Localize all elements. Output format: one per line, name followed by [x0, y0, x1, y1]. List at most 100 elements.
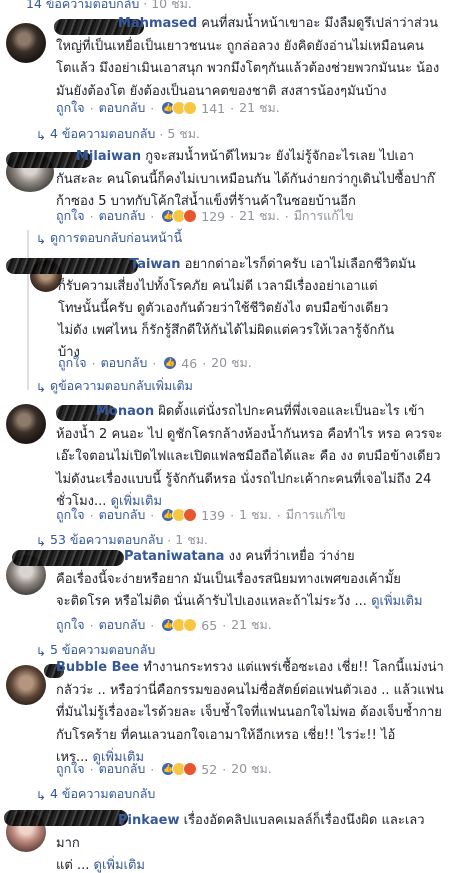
replies-link[interactable]: ↳ 4 ข้อความตอบกลับ · 5 ชม. [36, 124, 200, 144]
comment-line: อยากด่าอะไรก็ด่าครับ เอาไม่เลือกชีวิตมัน [184, 257, 416, 272]
reply-arrow-icon: ↳ [36, 233, 47, 247]
comment-text: Pinkaew เรื่องอัดคลิปแบลคเมลล์ก็เรื่องนึ… [56, 810, 454, 873]
reply-button[interactable]: ตอบกลับ [99, 98, 146, 118]
top-reply-row[interactable]: 14 ข้อความตอบกลับ · 10 ชม. [0, 0, 457, 12]
comment-line: มันยังต้องโต ยังต้องเป็นอนาคตของชาติ สงส… [56, 83, 387, 99]
reaction-count[interactable]: 52 [201, 762, 217, 777]
top-reply-label[interactable]: 14 ข้อความตอบกลับ [26, 0, 139, 11]
like-button[interactable]: ถูกใจ [56, 505, 85, 525]
comment-line: มาก [56, 835, 80, 851]
reply-arrow-icon: ↳ [36, 381, 47, 395]
reply-button[interactable]: ตอบกลับ [101, 353, 148, 373]
replies-link[interactable]: ↳ 4 ข้อความตอบกลับ [36, 784, 155, 804]
commenter-name[interactable]: Bubble Bee [56, 660, 139, 675]
replies-time: 5 ชม. [167, 126, 200, 141]
commenter-name[interactable]: Mahmased [118, 16, 197, 31]
reactions[interactable]: 👍 [161, 762, 198, 776]
edited-label[interactable]: มีการแก้ไข [286, 505, 346, 525]
comment-line: เรื่องอัดคลิปแบลคเมลล์ก็เรื่องนึงผิด และ… [183, 813, 425, 828]
sad-reaction-icon [183, 618, 198, 632]
comment-line: ห้องน้ำ 2 คนอะ ไป ดูชักโครกล้างห้องน้ำกั… [56, 426, 443, 442]
comment-line: งง คนที่ว่าเหยื่อ ว่าง่าย [228, 549, 355, 564]
comment-line: กับโรคร้าย ที่คนเลวนอกใจเอามาให้อีกเหรอ … [56, 727, 396, 743]
comment-line: ไม่ดังนะเรื่องแบบนี้ รู้จักกันดีหรอ นั่ง… [56, 471, 432, 487]
like-button[interactable]: ถูกใจ [56, 759, 85, 779]
reply-arrow-icon: ↳ [36, 129, 47, 143]
comment-line: เอ๊ะใจตอนไม่เปิดไฟและเปิดแฟลชมือถือได้แล… [56, 449, 441, 464]
comment-time[interactable]: 20 ชม. [211, 353, 252, 373]
comment-actions: ถูกใจ · ตอบกลับ · 👍 65 · 21 ชม. [56, 615, 272, 635]
comment-line: กลัวว่ะ .. หรือว่านี่คือกรรมของคนไม่ซื่อ… [56, 682, 444, 698]
comment-line: ไม่ดัง เพศไหน ก็รักรู้สึกดีให้กันได้ไม่ผ… [58, 323, 395, 338]
comment-time[interactable]: 21 ชม. [239, 206, 280, 226]
comment-line: กันสะละ คนโดนนี้ก็คงไม่เบาเหมือนกัน ได้ก… [56, 171, 435, 187]
commenter-name[interactable]: Monaon [96, 404, 154, 419]
see-more-link[interactable]: ดูเพิ่มเติม [94, 858, 145, 873]
comment-line: ก็รับความเสี่ยงไปทั้งโรคภัย คนไม่ดี เวลา… [58, 279, 378, 294]
reply-button[interactable]: ตอบกลับ [99, 206, 146, 226]
thread-line [27, 230, 29, 390]
commenter-name[interactable]: Taiwan [130, 257, 180, 272]
reactions[interactable]: 👍 [161, 508, 198, 522]
reactions[interactable]: 👍 [163, 356, 178, 370]
comment-time[interactable]: 20 ชม. [231, 759, 272, 779]
reply-button[interactable]: ตอบกลับ [99, 615, 146, 635]
avatar[interactable] [6, 23, 46, 63]
like-button[interactable]: ถูกใจ [56, 98, 85, 118]
comment-line: ใหญ่ที่เป็นเหยื่อเป็นเยาวชนนะ ถูกล่อลวง … [56, 38, 424, 54]
comment-line: ที่มันไม่รู้เรื่องอะไรด้วยละ เจ็บช้ำใจที… [56, 705, 442, 720]
replies-label[interactable]: 4 ข้อความตอบกลับ [50, 124, 155, 144]
like-reaction-icon: 👍 [163, 356, 178, 370]
commenter-name[interactable]: Pataniwatana [124, 549, 224, 564]
wow-reaction-icon [183, 101, 198, 115]
avatar[interactable] [6, 404, 46, 444]
angry-reaction-icon [183, 209, 198, 223]
comment-text: Monaon ผิดตั้งแต่นั่งรถไปกะคนที่พึ่งเจอแ… [56, 401, 454, 514]
top-reply-time: 10 ชม. [151, 0, 192, 11]
angry-reaction-icon [183, 762, 198, 776]
comment-line: กูจะสมน้ำหน้าดีไหมวะ ยังไม่รู้จักอะไรเลย… [145, 149, 415, 164]
comment-line: โตแล้ว มึงอย่าเมินเอาสนุก พวกมึงโตๆกันแล… [56, 61, 440, 76]
previous-replies-link[interactable]: ↳ ดูการตอบกลับก่อนหน้านี้ [36, 228, 182, 248]
reply-arrow-icon: ↳ [36, 789, 47, 803]
reaction-count[interactable]: 46 [181, 356, 197, 371]
commenter-name[interactable]: Milaiwan [76, 149, 141, 164]
angry-reaction-icon [183, 508, 198, 522]
comment-actions: ถูกใจ · ตอบกลับ · 👍 139 · 1 ชม. · มีการแก้ไข [56, 505, 346, 525]
edited-label[interactable]: มีการแก้ไข [294, 206, 354, 226]
avatar[interactable] [6, 665, 46, 705]
see-more-link[interactable]: ดูเพิ่มเติม [371, 594, 422, 609]
reply-button[interactable]: ตอบกลับ [99, 759, 146, 779]
reply-arrow-icon: ↳ [36, 535, 47, 549]
reactions[interactable]: 👍 [161, 209, 198, 223]
like-button[interactable]: ถูกใจ [58, 353, 87, 373]
comment-line: ผิดตั้งแต่นั่งรถไปกะคนที่พึ่งเจอและเป็นอ… [158, 404, 425, 419]
commenter-name[interactable]: Pinkaew [118, 813, 179, 828]
reaction-count[interactable]: 139 [201, 508, 225, 523]
like-button[interactable]: ถูกใจ [56, 206, 85, 226]
comment-time[interactable]: 1 ชม. [239, 505, 272, 525]
comment-time[interactable]: 21 ชม. [231, 615, 272, 635]
comment-line: แต่ ... [56, 858, 90, 873]
comment-text: Milaiwan กูจะสมน้ำหน้าดีไหมวะ ยังไม่รู้จ… [56, 146, 454, 214]
like-button[interactable]: ถูกใจ [56, 615, 85, 635]
reaction-count[interactable]: 129 [201, 209, 225, 224]
comment-actions: ถูกใจ · ตอบกลับ · 👍 52 · 20 ชม. [56, 759, 272, 779]
comment-actions: ถูกใจ · ตอบกลับ · 👍 141 · 21 ชม. [56, 98, 280, 118]
previous-replies-label[interactable]: ดูการตอบกลับก่อนหน้านี้ [50, 228, 182, 248]
comment-line: จะติดโรค หรือไม่ติด นั่นเค้ารับไปเองแหละ… [56, 594, 367, 609]
comment-text: Mahmased คนที่สมน้ำหน้าเขาอะ มึงลืมดูรึเ… [56, 13, 454, 103]
comment-line: คนที่สมน้ำหน้าเขาอะ มึงลืมดูรึเปล่าว่าส่… [201, 16, 439, 31]
reactions[interactable]: 👍 [161, 618, 198, 632]
comment-actions: ถูกใจ · ตอบกลับ · 👍 129 · 21 ชม. · มีการแก้ไ… [56, 206, 354, 226]
comment-line: คือเรื่องนี้จะง่ายหรือยาก มันเป็นเรื่องร… [56, 571, 401, 587]
reaction-count[interactable]: 141 [201, 101, 225, 116]
replies-label[interactable]: 4 ข้อความตอบกลับ [50, 784, 155, 804]
reactions[interactable]: 👍 [161, 101, 198, 115]
comment-actions: ถูกใจ · ตอบกลับ · 👍 46 · 20 ชม. [58, 353, 252, 373]
more-replies-label[interactable]: ดูข้อความตอบกลับเพิ่มเติม [50, 376, 193, 396]
comment-time[interactable]: 21 ชม. [239, 98, 280, 118]
reaction-count[interactable]: 65 [201, 618, 217, 633]
reply-button[interactable]: ตอบกลับ [99, 505, 146, 525]
more-replies-link[interactable]: ↳ ดูข้อความตอบกลับเพิ่มเติม [36, 376, 193, 396]
